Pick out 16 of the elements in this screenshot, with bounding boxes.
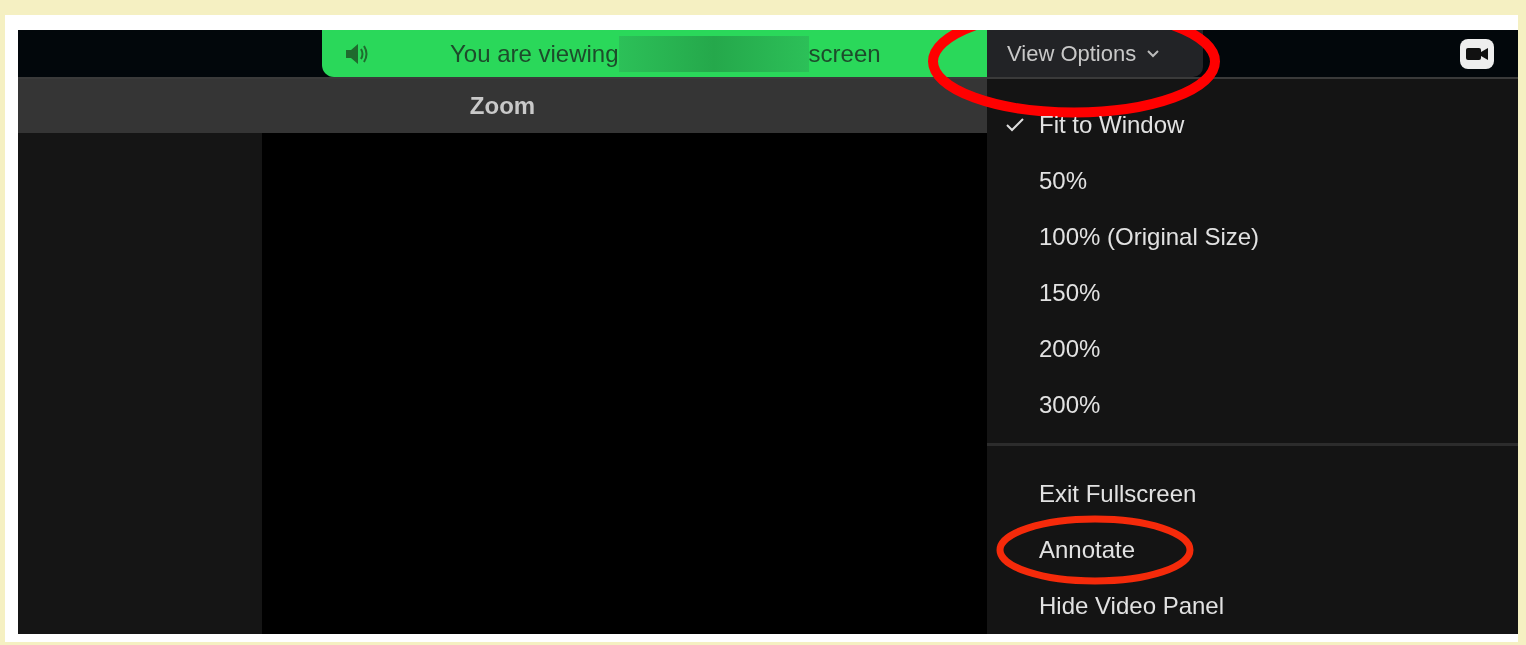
banner-text: screen (808, 39, 881, 68)
chevron-down-icon (1146, 49, 1161, 58)
menu-item[interactable]: Exit Fullscreen (1039, 480, 1197, 508)
menu-item[interactable]: 300% (1039, 391, 1101, 419)
menu-item[interactable]: Fit to Window (1039, 111, 1185, 139)
menu-item[interactable]: 200% (1039, 335, 1101, 363)
menu-item[interactable]: 50% (1039, 167, 1088, 195)
speaker-icon (344, 42, 370, 65)
menu-item[interactable]: Hide Video Panel (1039, 592, 1225, 620)
menu-item[interactable]: Annotate (1039, 536, 1136, 564)
menu-item[interactable]: 150% (1039, 279, 1101, 307)
window-title: Zoom (469, 92, 536, 120)
video-camera-icon[interactable] (1460, 38, 1494, 69)
view-options-button[interactable]: View Options (987, 30, 1203, 77)
menu-item[interactable]: 100% (Original Size) (1039, 223, 1260, 251)
banner-text: You are viewing (450, 39, 619, 68)
